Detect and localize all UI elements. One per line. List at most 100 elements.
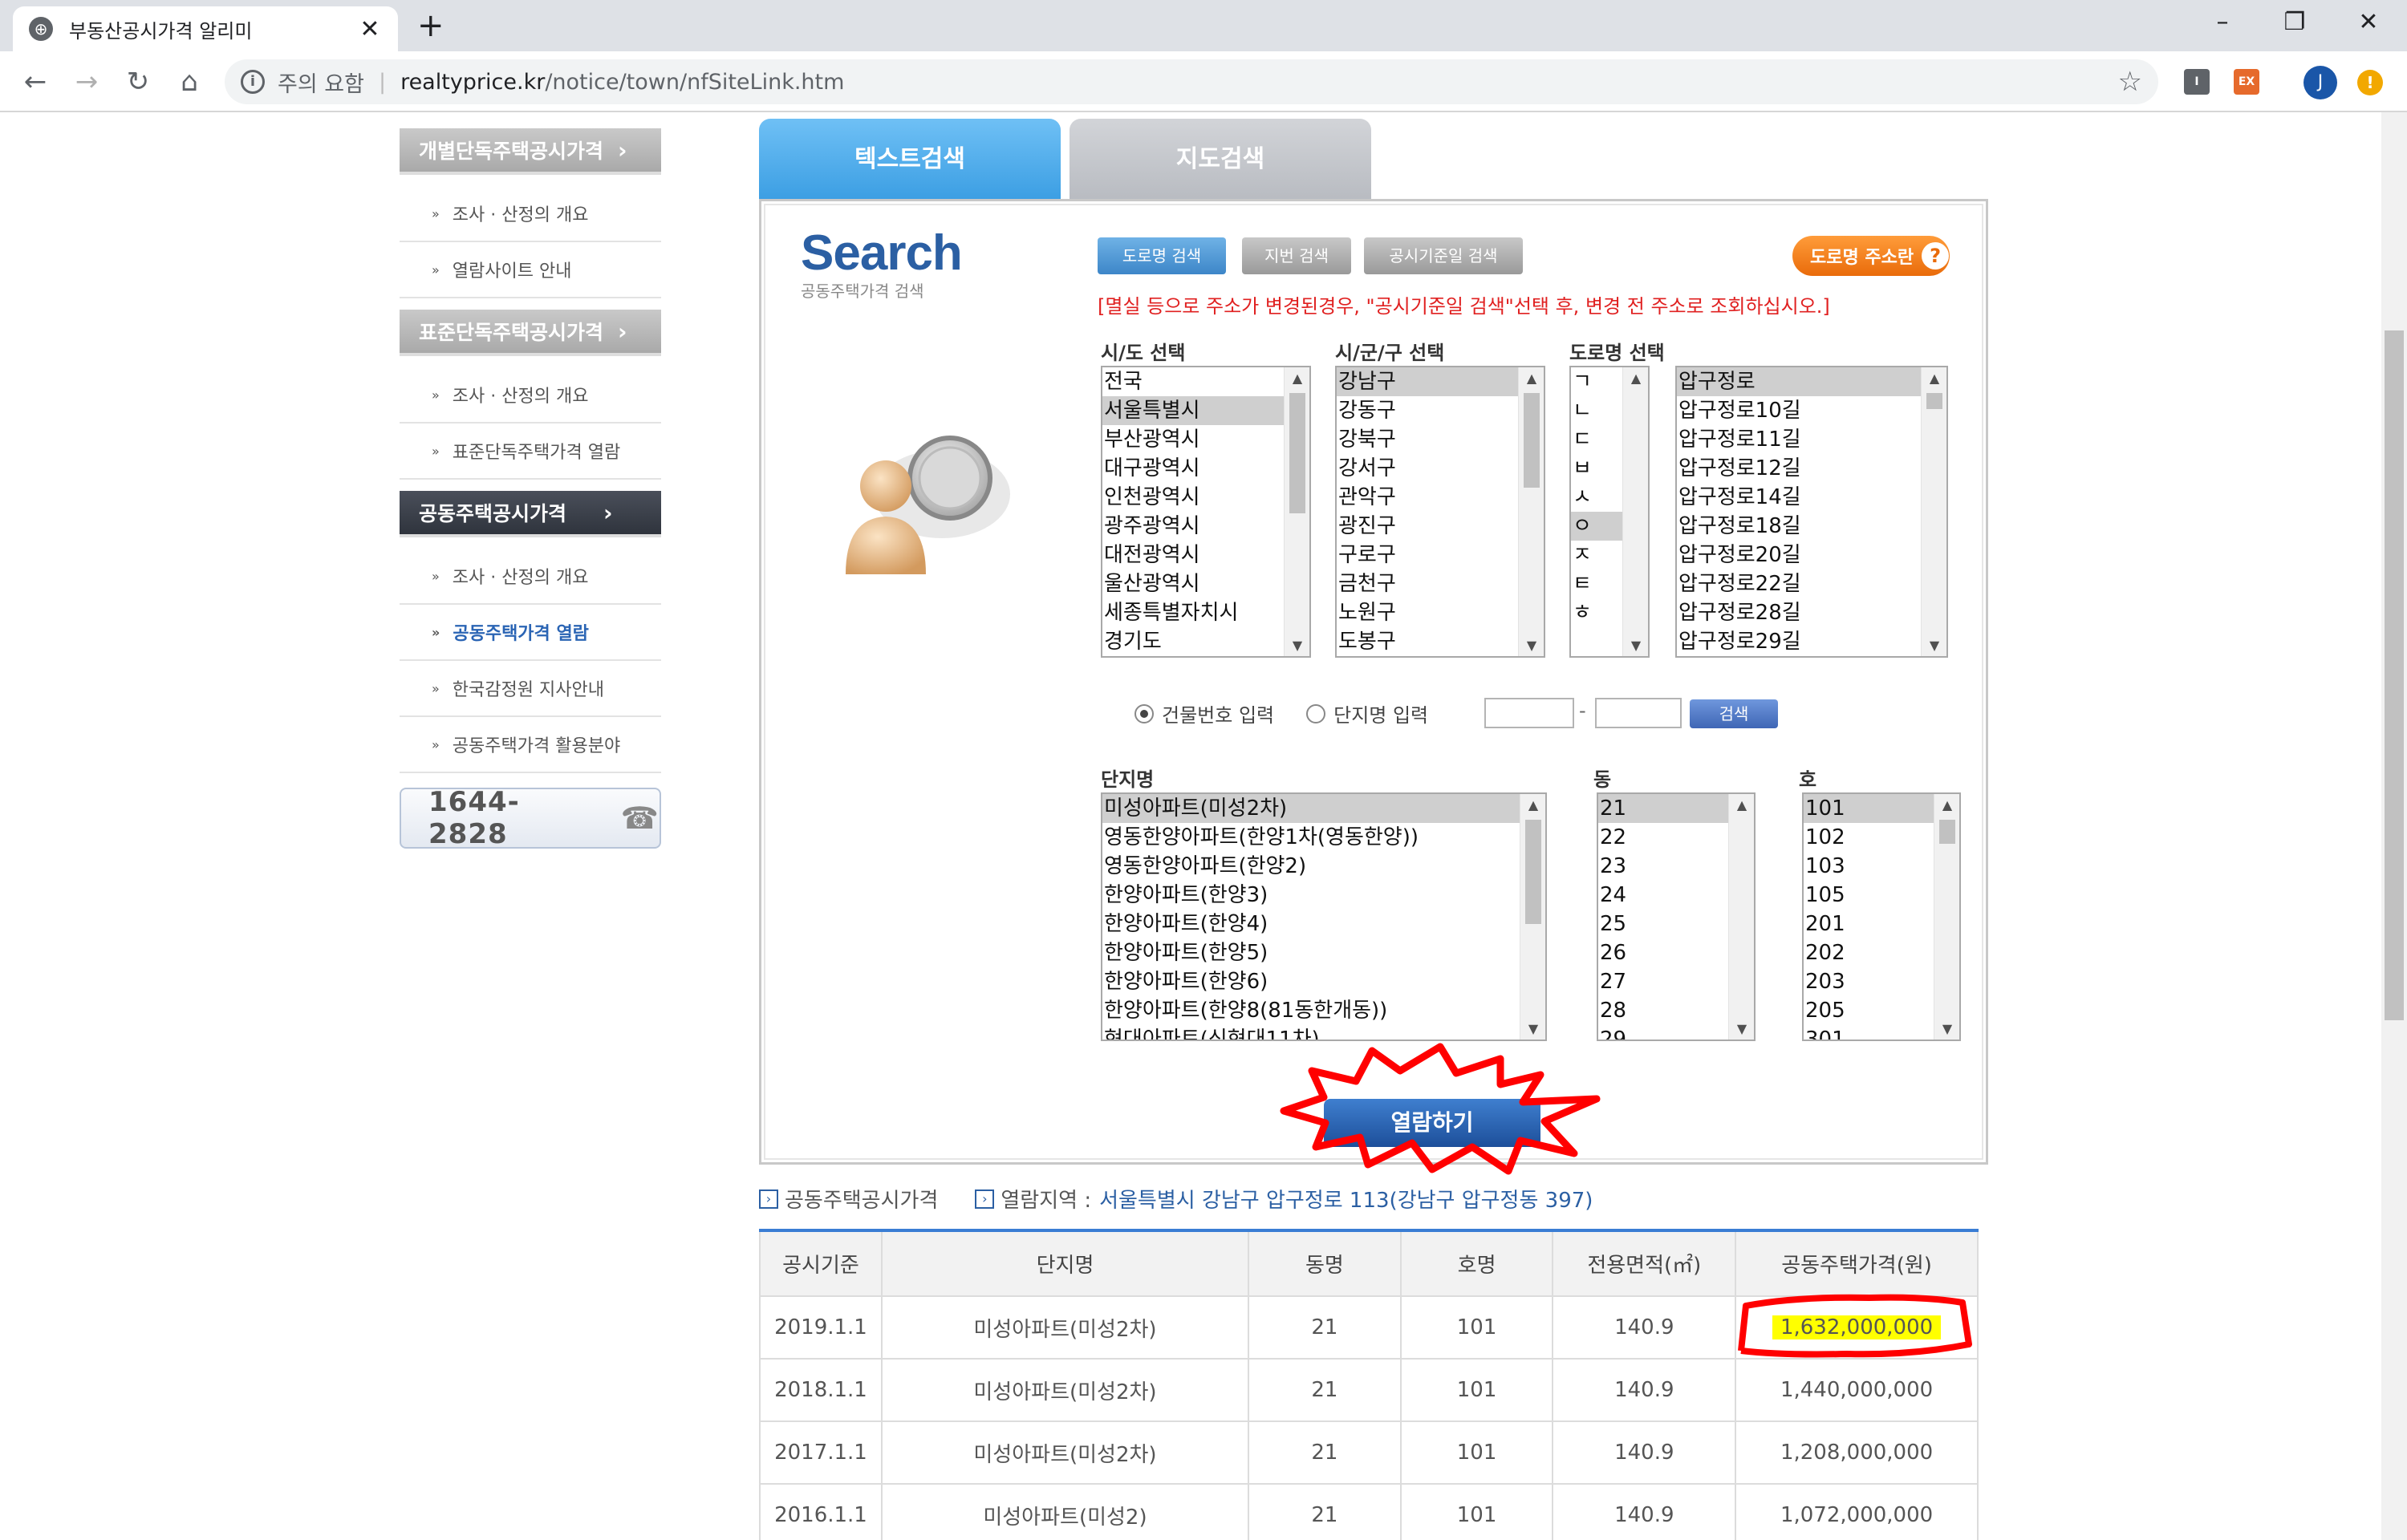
dong-select[interactable]: 21 22 23 24 25 26 27 28 29 ▲ ▼ [1597, 792, 1756, 1041]
browser-tab[interactable]: ⊕ 부동산공시가격 알리미 ✕ [13, 6, 398, 51]
back-icon[interactable]: ← [18, 64, 53, 99]
building-number-radio[interactable] [1134, 703, 1154, 723]
list-option[interactable]: 노원구 [1337, 598, 1544, 627]
list-option[interactable]: 압구정로12길 [1677, 454, 1946, 483]
list-option[interactable]: 울산광역시 [1102, 569, 1309, 598]
reload-icon[interactable]: ↻ [120, 64, 156, 99]
tab-map-search[interactable]: 지도검색 [1070, 119, 1371, 201]
building-main-number-input[interactable] [1484, 698, 1574, 728]
sigungu-select[interactable]: 강남구 강동구 강북구 강서구 관악구 광진구 구로구 금천구 노원구 도봉구 ▲ ▼ [1335, 366, 1545, 658]
list-option[interactable]: 강북구 [1337, 425, 1544, 454]
nav-header-individual-housing[interactable]: 개별단독주택공시가격 › [400, 128, 661, 175]
list-option[interactable]: 전국 [1102, 367, 1309, 396]
price-value: 1,632,000,000 [1772, 1315, 1942, 1339]
list-option[interactable]: 한양아파트(한양3) [1102, 881, 1545, 910]
list-option[interactable]: 광주광역시 [1102, 512, 1309, 541]
view-button[interactable]: 열람하기 [1324, 1099, 1540, 1147]
list-option[interactable]: 금천구 [1337, 569, 1544, 598]
nav-item-usage[interactable]: » 공동주택가격 활용분야 [400, 717, 661, 773]
page-scrollbar[interactable] [2381, 112, 2407, 1540]
sido-select[interactable]: 전국 서울특별시 부산광역시 대구광역시 인천광역시 광주광역시 대전광역시 울산광역시 세종특… [1101, 366, 1311, 658]
list-option[interactable]: 도봉구 [1337, 627, 1544, 656]
home-icon[interactable]: ⌂ [172, 64, 207, 99]
nav-item-apartment-view[interactable]: » 공동주택가격 열람 [400, 605, 661, 661]
list-option[interactable]: 강서구 [1337, 454, 1544, 483]
nav-header-standard-housing[interactable]: 표준단독주택공시가격 › [400, 310, 661, 356]
list-option[interactable]: 영동한양아파트(한양2) [1102, 852, 1545, 881]
nav-item-site-guide[interactable]: » 열람사이트 안내 [400, 242, 661, 298]
restore-icon[interactable]: ❐ [2279, 8, 2311, 36]
nav-item-standard-overview[interactable]: » 조사 · 산정의 개요 [400, 367, 661, 424]
minimize-icon[interactable]: – [2206, 8, 2239, 36]
list-option[interactable]: 대전광역시 [1102, 541, 1309, 569]
list-option[interactable]: 압구정로14길 [1677, 483, 1946, 512]
nav-item-branch-info[interactable]: » 한국감정원 지사안내 [400, 661, 661, 717]
road-search-button[interactable]: 도로명 검색 [1098, 237, 1226, 274]
list-option[interactable]: 한양아파트(한양8(81동한개동)) [1102, 996, 1545, 1025]
profile-avatar[interactable]: J [2303, 66, 2337, 99]
road-scrollbar[interactable]: ▲ ▼ [1921, 367, 1946, 656]
result-area-value: 서울특별시 강남구 압구정로 113(강남구 압구정동 397) [1099, 1189, 1593, 1213]
list-option[interactable]: 압구정로 [1677, 367, 1946, 396]
number-search-button[interactable]: 검색 [1690, 699, 1778, 728]
tab-text-search[interactable]: 텍스트검색 [759, 119, 1061, 201]
url-field[interactable]: i 주의 요함 | realtyprice.kr/notice/town/nfS… [225, 59, 2158, 104]
complex-select[interactable]: 미성아파트(미성2차) 영동한양아파트(한양1차(영동한양)) 영동한양아파트(한양… [1101, 792, 1547, 1041]
complex-scrollbar[interactable]: ▲ ▼ [1520, 794, 1545, 1040]
initial-select[interactable]: ㄱㄴㄷㅂㅅㅇㅈㅌㅎ ▲ ▼ [1569, 366, 1650, 658]
building-sub-number-input[interactable] [1595, 698, 1682, 728]
list-option[interactable]: 부산광역시 [1102, 425, 1309, 454]
bookmark-star-icon[interactable]: ☆ [2118, 66, 2142, 98]
forward-icon[interactable]: → [69, 64, 104, 99]
sido-scrollbar[interactable]: ▲ ▼ [1284, 367, 1309, 656]
list-option[interactable]: 압구정로18길 [1677, 512, 1946, 541]
list-option[interactable]: 광진구 [1337, 512, 1544, 541]
list-option[interactable]: 미성아파트(미성2차) [1102, 794, 1545, 823]
info-icon[interactable]: i [241, 70, 265, 94]
list-option[interactable]: 구로구 [1337, 541, 1544, 569]
list-option[interactable]: 대구광역시 [1102, 454, 1309, 483]
list-option[interactable]: 압구정로29길 [1677, 627, 1946, 656]
close-tab-icon[interactable]: ✕ [358, 15, 382, 43]
list-option[interactable]: 한양아파트(한양6) [1102, 967, 1545, 996]
list-option[interactable]: 영동한양아파트(한양1차(영동한양)) [1102, 823, 1545, 852]
road-select[interactable]: 압구정로 압구정로10길 압구정로11길 압구정로12길 압구정로14길 압구정로18길 압… [1675, 366, 1948, 658]
list-option[interactable]: 압구정로22길 [1677, 569, 1946, 598]
list-option[interactable]: 압구정로10길 [1677, 396, 1946, 425]
date-search-button[interactable]: 공시기준일 검색 [1364, 237, 1523, 274]
nav-item-individual-overview[interactable]: » 조사 · 산정의 개요 [400, 186, 661, 242]
nav-item-standard-view[interactable]: » 표준단독주택가격 열람 [400, 424, 661, 480]
close-window-icon[interactable]: ✕ [2352, 8, 2385, 36]
nav-item-apartment-overview[interactable]: » 조사 · 산정의 개요 [400, 549, 661, 605]
ho-select[interactable]: 101102103105201202203205301302▲▼ [1802, 792, 1961, 1041]
list-option[interactable]: 강동구 [1337, 396, 1544, 425]
search-person-illustration [846, 436, 1010, 574]
nav-header-apartment-housing[interactable]: 공동주택공시가격 › [400, 491, 661, 537]
list-option[interactable]: 인천광역시 [1102, 483, 1309, 512]
extension-i-icon[interactable]: I [2184, 69, 2210, 95]
list-option[interactable]: 한양아파트(한양5) [1102, 938, 1545, 967]
initial-scrollbar[interactable]: ▲ ▼ [1622, 367, 1648, 656]
list-option[interactable]: 관악구 [1337, 483, 1544, 512]
new-tab-icon[interactable]: + [417, 10, 444, 42]
list-option[interactable]: 강남구 [1337, 367, 1544, 396]
sigungu-scrollbar[interactable]: ▲ ▼ [1518, 367, 1544, 656]
page-scrollbar-thumb[interactable] [2385, 330, 2404, 1020]
list-option[interactable]: 한양아파트(한양4) [1102, 910, 1545, 938]
lot-search-button[interactable]: 지번 검색 [1242, 237, 1351, 274]
list-option[interactable]: 경기도 [1102, 627, 1309, 656]
list-option[interactable]: 압구정로20길 [1677, 541, 1946, 569]
extension-ex-icon[interactable]: EX [2234, 69, 2259, 95]
ho-scrollbar[interactable]: ▲ ▼ [1934, 794, 1959, 1040]
list-option[interactable]: 압구정로28길 [1677, 598, 1946, 627]
list-option[interactable]: 서울특별시 [1102, 396, 1309, 425]
update-alert-icon[interactable]: ! [2357, 70, 2383, 95]
complex-name-radio[interactable] [1306, 703, 1326, 723]
dong-scrollbar[interactable]: ▲ ▼ [1728, 794, 1754, 1040]
list-option[interactable]: 압구정로11길 [1677, 425, 1946, 454]
road-address-button[interactable]: 도로명 주소란? [1792, 236, 1950, 276]
list-option[interactable]: 세종특별자치시 [1102, 598, 1309, 627]
list-option[interactable]: 현대아파트(신현대11차) [1102, 1025, 1545, 1040]
cell-ho: 101 [1399, 1295, 1554, 1360]
result-info-row: › 공동주택공시가격 › 열람지역 : 서울특별시 강남구 압구정로 113(강… [759, 1184, 1593, 1214]
